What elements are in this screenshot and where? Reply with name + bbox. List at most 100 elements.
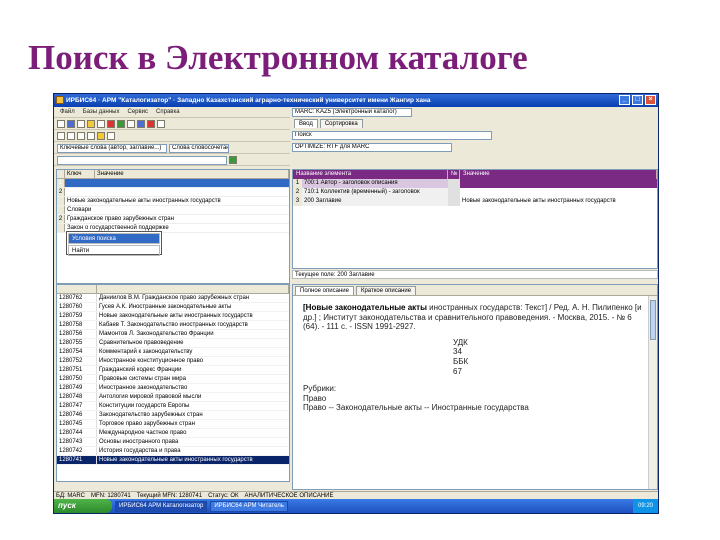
list-item[interactable]: 1280747 Конституции государств Европы — [57, 402, 289, 411]
taskbar: пуск ИРБИС64 АРМ Каталогизатор ИРБИС64 А… — [54, 499, 658, 513]
copy-icon[interactable] — [77, 120, 85, 128]
list-item[interactable]: 1280760 Гусев А.К. Иностранные законодате… — [57, 303, 289, 312]
menu-file[interactable]: Файл — [57, 109, 78, 115]
list-item[interactable]: 1280742 История государства и права — [57, 447, 289, 456]
fields-row[interactable]: 3 200 Заглавие Новые законодательные акты … — [293, 197, 657, 206]
list-item[interactable]: 1280749 Иностранное законодательство — [57, 384, 289, 393]
condition-popup: Условия поиска Найти — [66, 231, 162, 256]
refresh-icon[interactable] — [107, 132, 115, 140]
record-scrollbar[interactable] — [648, 296, 657, 489]
bbk-label: ББК — [453, 356, 469, 366]
grid-row[interactable]: 2 Гражданское право зарубежных стран — [57, 215, 289, 224]
popup-item-find[interactable]: Найти — [68, 245, 160, 256]
list-item[interactable]: 1280754 Комментарий к законодательству — [57, 348, 289, 357]
rubric-2[interactable]: Право -- Законодательные акты -- Иностра… — [303, 403, 643, 413]
task-cataloger[interactable]: ИРБИС64 АРМ Каталогизатор — [115, 500, 208, 512]
records-list-header — [57, 285, 289, 294]
fields-row[interactable]: 2 710:1 Коллектив (временный) - заголовок — [293, 188, 657, 197]
irbis-window: ИРБИС64 · АРМ "Каталогизатор" · Западно … — [53, 93, 659, 514]
toolbar-2 — [54, 131, 290, 142]
grid-header-key: Ключ — [65, 170, 95, 178]
rubrics-label: Рубрики: — [303, 384, 337, 394]
z-icon[interactable] — [147, 120, 155, 128]
maximize-button[interactable]: □ — [632, 95, 643, 105]
delete-icon[interactable] — [107, 120, 115, 128]
db-selector[interactable]: MARC: KAZ5 (Электронный каталог) — [292, 108, 412, 117]
list-item[interactable]: 1280750 Правовые системы стран мира — [57, 375, 289, 384]
sort-icon[interactable] — [137, 120, 145, 128]
list-item[interactable]: 1280748 Антология мировой правовой мысли — [57, 393, 289, 402]
record-text: [Новые законодательные акты иностранных … — [303, 303, 643, 413]
search-combo[interactable]: Ключевые слова (автор, заглавие...) — [57, 143, 167, 153]
close-button[interactable]: × — [645, 95, 656, 105]
list-item[interactable]: 1280762 Даниилов В.М. Гражданское право з… — [57, 294, 289, 303]
search-options-bar: Ключевые слова (автор, заглавие...) Слов… — [54, 143, 290, 154]
mode-combo[interactable]: Слова словосочетания — [169, 143, 229, 153]
tab-full-description[interactable]: Полное описание — [295, 285, 354, 295]
grid-row[interactable]: 1 — [57, 179, 289, 188]
search-input-bar — [54, 155, 290, 166]
menu-help[interactable]: Справка — [153, 109, 183, 115]
udk-label: УДК — [453, 337, 468, 347]
folder-icon[interactable] — [97, 132, 105, 140]
list-item[interactable]: 1280752 Иностранное конституционное право — [57, 357, 289, 366]
list-item[interactable]: 1280744 Международное частное право — [57, 429, 289, 438]
settings-icon[interactable] — [157, 120, 165, 128]
fields-header-value: Значение — [460, 170, 657, 179]
grid-row[interactable]: 2 — [57, 188, 289, 197]
find-icon[interactable] — [117, 120, 125, 128]
menu-bar: Файл Базы данных Сервис Справка — [54, 107, 290, 118]
record-display: Полное описание Краткое описание [Новые … — [292, 284, 658, 490]
search-input[interactable] — [57, 155, 227, 165]
open-icon[interactable] — [87, 120, 95, 128]
filter-icon[interactable] — [127, 120, 135, 128]
format-combo[interactable]: OPTIMIZE: RTF для MARC — [292, 143, 452, 152]
minimize-button[interactable]: _ — [619, 95, 630, 105]
bib-title: [Новые законодательные акты — [303, 303, 427, 312]
rubric-1[interactable]: Право — [303, 394, 643, 404]
tab-input[interactable]: Ввод — [294, 119, 318, 128]
list-item[interactable]: 1280746 Законодательство зарубежных стран — [57, 411, 289, 420]
list-item[interactable]: 1280755 Сравнительное правоведение — [57, 339, 289, 348]
save-icon[interactable] — [67, 120, 75, 128]
tab-short-description[interactable]: Краткое описание — [355, 285, 417, 295]
toolbar-1 — [54, 119, 290, 130]
grid-row[interactable]: Новые законодательные акты иностранных г… — [57, 197, 289, 206]
print-icon[interactable] — [97, 120, 105, 128]
bbk-value: 67 — [453, 366, 462, 376]
fields-grid: Название элемента № Значение 1 700:1 Авто… — [292, 169, 658, 269]
prev-record-icon[interactable] — [67, 132, 75, 140]
list-item[interactable]: 1280759 Новые законодательные акты иностр… — [57, 312, 289, 321]
clock: 09:20 — [632, 499, 658, 513]
task-reader[interactable]: ИРБИС64 АРМ Читатель — [210, 500, 288, 512]
search-grid: Ключ Значение 1 2 Новые законодательные … — [56, 169, 290, 284]
last-record-icon[interactable] — [87, 132, 95, 140]
search-go-icon[interactable] — [229, 156, 237, 164]
fields-header-num: № — [448, 170, 460, 179]
grid-corner — [57, 170, 65, 178]
right-top-panel: MARC: KAZ5 (Электронный каталог) Ввод Со… — [292, 107, 658, 167]
list-item[interactable]: 1280743 Основы иностранного права — [57, 438, 289, 447]
list-item[interactable]: 1280751 Гражданский кодекс Франции — [57, 366, 289, 375]
list-item[interactable]: 1280758 Кабаев Т. Законодательство иностр… — [57, 321, 289, 330]
records-list: 1280762 Даниилов В.М. Гражданское право з… — [56, 284, 290, 482]
list-item[interactable]: 1280745 Торговое право зарубежных стран — [57, 420, 289, 429]
menu-databases[interactable]: Базы данных — [80, 109, 123, 115]
tab-sort[interactable]: Сортировка — [319, 119, 363, 128]
popup-item-conditions[interactable]: Условия поиска — [68, 233, 160, 244]
right-field[interactable]: Поиск — [292, 131, 492, 140]
next-record-icon[interactable] — [77, 132, 85, 140]
new-record-icon[interactable] — [57, 120, 65, 128]
grid-header-value: Значение — [95, 170, 289, 178]
list-item[interactable]: 1280756 Мамонтов Л. Законодательство Фран… — [57, 330, 289, 339]
scroll-thumb[interactable] — [650, 300, 656, 340]
window-titlebar[interactable]: ИРБИС64 · АРМ "Каталогизатор" · Западно … — [54, 94, 658, 107]
list-item-selected[interactable]: 1280741 Новые законодательные акты иностр… — [57, 456, 289, 465]
menu-service[interactable]: Сервис — [124, 109, 151, 115]
fields-row[interactable]: 1 700:1 Автор - заголовок описания — [293, 179, 657, 188]
start-button[interactable]: пуск — [54, 499, 112, 513]
udk-value: 34 — [453, 347, 462, 357]
first-record-icon[interactable] — [57, 132, 65, 140]
app-icon — [56, 96, 64, 104]
grid-row[interactable]: Словари — [57, 206, 289, 215]
